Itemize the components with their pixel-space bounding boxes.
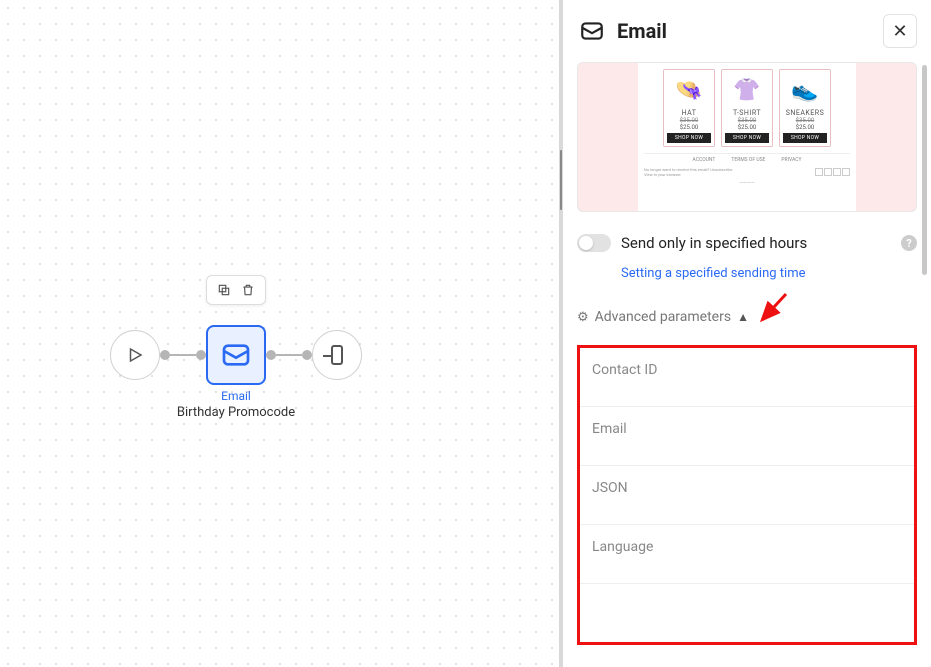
email-node[interactable] (206, 325, 266, 385)
node-labels: Email Birthday Promocode (136, 389, 336, 420)
send-hours-label: Send only in specified hours (621, 234, 891, 252)
end-node[interactable] (312, 330, 362, 380)
end-icon (331, 345, 343, 365)
connector-line (276, 354, 302, 356)
panel-title: Email (617, 19, 873, 43)
preview-product: 👒 HAT $35.00 $25.00 SHOP NOW (663, 69, 715, 147)
workflow-canvas[interactable]: Email Birthday Promocode (0, 0, 559, 667)
close-icon: ✕ (892, 21, 907, 42)
email-field[interactable]: Email (580, 407, 914, 466)
panel-scrollbar[interactable] (922, 65, 927, 275)
preview-product: 👚 T-SHIRT $35.00 $25.00 SHOP NOW (721, 69, 773, 147)
trash-icon (241, 283, 255, 297)
language-field[interactable]: Language (580, 525, 914, 584)
preview-product: 👟 SNEAKERS $35.00 $25.00 SHOP NOW (779, 69, 831, 147)
mail-icon (220, 339, 252, 371)
connector-dot (266, 350, 276, 360)
panel-header: Email ✕ (577, 14, 917, 48)
email-preview[interactable]: 👒 HAT $35.00 $25.00 SHOP NOW 👚 T-SHIRT $… (577, 62, 917, 212)
node-title-label: Birthday Promocode (136, 405, 336, 420)
json-field[interactable]: JSON (580, 466, 914, 525)
mail-icon (579, 18, 605, 44)
specified-time-link[interactable]: Setting a specified sending time (621, 266, 806, 281)
contact-id-field[interactable]: Contact ID (580, 348, 914, 407)
connector-dot (196, 350, 206, 360)
advanced-parameters-toggle[interactable]: ⚙ Advanced parameters ▲ (577, 309, 917, 325)
help-icon[interactable]: ? (901, 235, 917, 251)
advanced-parameters-box: Contact ID Email JSON Language (577, 345, 917, 645)
node-type-label: Email (136, 389, 336, 403)
copy-button[interactable] (215, 281, 233, 299)
workflow-flow: Email Birthday Promocode (110, 325, 362, 385)
email-config-panel: Email ✕ 👒 HAT $35.00 $25.00 SHOP NOW 👚 T… (563, 0, 931, 667)
connector-line (170, 354, 196, 356)
send-hours-toggle[interactable] (577, 234, 611, 252)
node-toolbar (206, 275, 266, 305)
panel-icon (577, 16, 607, 46)
connector-dot (160, 350, 170, 360)
connector-dot (302, 350, 312, 360)
chevron-up-icon: ▲ (737, 310, 749, 324)
delete-button[interactable] (239, 281, 257, 299)
send-hours-row: Send only in specified hours ? (577, 234, 917, 252)
play-icon (126, 346, 144, 364)
start-node[interactable] (110, 330, 160, 380)
advanced-label: Advanced parameters (595, 309, 731, 325)
copy-icon (217, 283, 231, 297)
gear-icon: ⚙ (577, 310, 589, 325)
close-button[interactable]: ✕ (883, 14, 917, 48)
